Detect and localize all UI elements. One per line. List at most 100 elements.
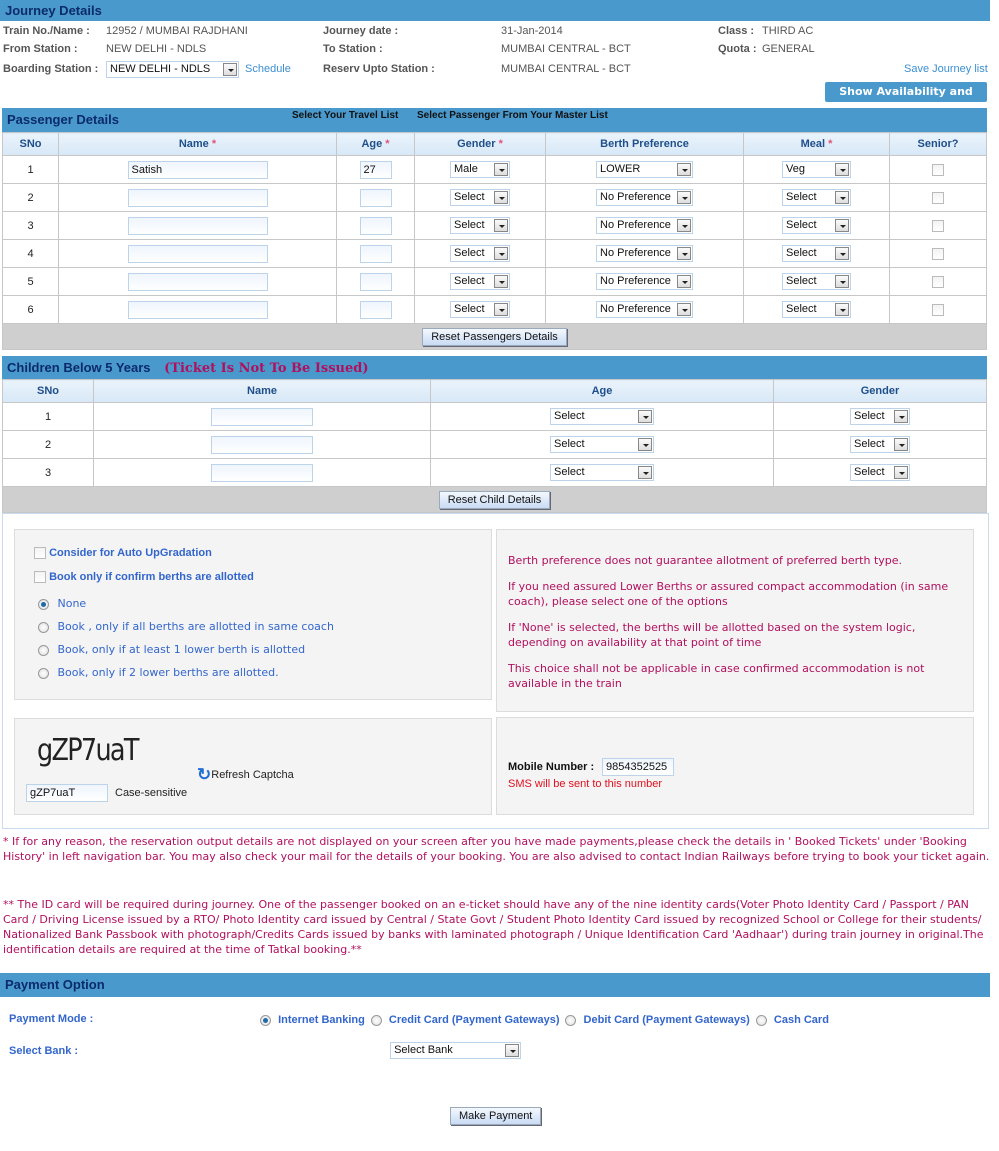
passenger-name-input[interactable]	[127, 188, 268, 207]
select-travel-list-link[interactable]: Select Your Travel List	[292, 104, 398, 128]
passenger-age-input[interactable]	[359, 244, 392, 263]
confirm-only-option[interactable]: Book only if confirm berths are allotted	[34, 571, 254, 584]
radio-button[interactable]	[38, 667, 49, 679]
child-gender-select[interactable]: Select	[850, 464, 910, 481]
senior-checkbox[interactable]	[932, 275, 944, 288]
child-age-cell: Select	[430, 402, 774, 431]
confirm-only-checkbox[interactable]	[34, 571, 46, 584]
passenger-berth-select[interactable]: No Preference	[596, 189, 693, 206]
child-gender-value: Select	[854, 438, 885, 450]
senior-checkbox[interactable]	[932, 303, 944, 316]
passenger-gender-select[interactable]: Select	[450, 245, 510, 262]
child-age-select[interactable]: Select	[550, 436, 654, 453]
passenger-gender-select[interactable]: Select	[450, 301, 510, 318]
radio-button[interactable]	[260, 1014, 271, 1026]
chevron-down-icon	[505, 1044, 520, 1057]
senior-checkbox[interactable]	[932, 219, 944, 232]
required-mark: *	[828, 138, 833, 150]
berth-option-radio-item[interactable]: Book, only if at least 1 lower berth is …	[38, 643, 334, 666]
passenger-row: 1 Satish 27 Male LOWER Veg	[2, 155, 987, 184]
passenger-gender-select[interactable]: Select	[450, 189, 510, 206]
child-gender-select[interactable]: Select	[850, 408, 910, 425]
passenger-meal-select[interactable]: Select	[782, 301, 851, 318]
passenger-meal-select[interactable]: Select	[782, 189, 851, 206]
passenger-meal-select[interactable]: Select	[782, 273, 851, 290]
passenger-name-input[interactable]	[127, 272, 268, 291]
select-bank-value: Select Bank	[394, 1044, 453, 1056]
show-availability-button[interactable]: Show Availability and Fare	[825, 82, 987, 118]
passenger-age-cell	[336, 239, 415, 268]
required-mark: *	[498, 138, 503, 150]
meal-value: Select	[786, 303, 817, 315]
berth-option-radio-item[interactable]: Book, only if 2 lower berths are allotte…	[38, 666, 334, 689]
passenger-berth-select[interactable]: No Preference	[596, 245, 693, 262]
passenger-gender-select[interactable]: Male	[450, 161, 510, 178]
train-value: 12952 / MUMBAI RAJDHANI	[106, 25, 248, 37]
senior-checkbox[interactable]	[932, 191, 944, 204]
radio-button[interactable]	[565, 1014, 577, 1026]
passenger-gender-select[interactable]: Select	[450, 217, 510, 234]
reset-passengers-button[interactable]: Reset Passengers Details	[422, 328, 567, 346]
passenger-meal-cell: Select	[743, 267, 890, 296]
captcha-image: gZP7uaT	[37, 733, 139, 768]
passenger-age-input[interactable]	[359, 272, 392, 291]
passenger-meal-select[interactable]: Select	[782, 245, 851, 262]
passenger-name-input[interactable]: Satish	[127, 160, 268, 179]
senior-checkbox[interactable]	[932, 163, 944, 176]
berth-option-radio-item[interactable]: Book , only if all berths are allotted i…	[38, 620, 334, 643]
radio-button[interactable]	[755, 1014, 767, 1026]
children-table: SNo Name Age Gender 1 Select Select 2 Select…	[2, 379, 987, 487]
make-payment-button[interactable]: Make Payment	[450, 1107, 542, 1125]
boarding-station-select[interactable]: NEW DELHI - NDLS	[106, 61, 239, 78]
passenger-berth-select[interactable]: LOWER	[596, 161, 693, 178]
payment-mode-option[interactable]: Credit Card (Payment Gateways)	[370, 1014, 559, 1026]
auto-upgrade-option[interactable]: Consider for Auto UpGradation	[34, 547, 212, 560]
col-gender-label: Gender	[457, 138, 496, 150]
payment-mode-option[interactable]: Debit Card (Payment Gateways)	[565, 1014, 750, 1026]
passenger-meal-select[interactable]: Select	[782, 217, 851, 234]
passenger-age-input[interactable]: 27	[359, 160, 392, 179]
radio-button[interactable]	[38, 644, 49, 656]
passenger-name-input[interactable]	[127, 300, 268, 319]
child-sno: 3	[2, 458, 94, 487]
passenger-berth-select[interactable]: No Preference	[596, 217, 693, 234]
chevron-down-icon	[223, 63, 237, 76]
auto-upgrade-checkbox[interactable]	[34, 547, 46, 560]
child-age-select[interactable]: Select	[550, 464, 654, 481]
payment-mode-option[interactable]: Internet Banking	[260, 1014, 365, 1026]
child-name-input[interactable]	[211, 435, 313, 454]
child-age-select[interactable]: Select	[550, 408, 654, 425]
berth-option-radio-item[interactable]: None	[38, 597, 334, 620]
select-master-list-link[interactable]: Select Passenger From Your Master List	[417, 104, 608, 128]
passenger-gender-cell: Select	[414, 211, 546, 240]
passenger-age-cell	[336, 295, 415, 324]
train-label: Train No./Name :	[3, 25, 90, 37]
select-bank-dropdown[interactable]: Select Bank	[390, 1042, 522, 1059]
senior-checkbox[interactable]	[932, 247, 944, 260]
col-senior: Senior?	[889, 132, 987, 156]
refresh-captcha-link[interactable]: ↻Refresh Captcha	[197, 765, 294, 785]
payment-mode-option[interactable]: Cash Card	[755, 1014, 829, 1026]
mobile-input[interactable]: 9854352525	[602, 758, 674, 776]
passenger-name-input[interactable]	[127, 244, 268, 263]
passenger-name-input[interactable]	[127, 216, 268, 235]
child-gender-select[interactable]: Select	[850, 436, 910, 453]
child-age-value: Select	[554, 438, 585, 450]
radio-button[interactable]	[38, 621, 49, 633]
save-journey-list-link[interactable]: Save Journey list	[904, 63, 988, 75]
passenger-age-input[interactable]	[359, 188, 392, 207]
child-name-input[interactable]	[211, 407, 313, 426]
radio-button[interactable]	[38, 598, 49, 610]
child-row: 1 Select Select	[2, 402, 987, 431]
passenger-meal-select[interactable]: Veg	[782, 161, 851, 178]
captcha-input[interactable]: gZP7uaT	[26, 784, 108, 802]
passenger-age-input[interactable]	[359, 300, 392, 319]
passenger-gender-select[interactable]: Select	[450, 273, 510, 290]
schedule-link[interactable]: Schedule	[245, 63, 291, 75]
radio-button[interactable]	[370, 1014, 382, 1026]
child-name-input[interactable]	[211, 463, 313, 482]
passenger-berth-select[interactable]: No Preference	[596, 301, 693, 318]
reset-child-button[interactable]: Reset Child Details	[438, 491, 551, 509]
passenger-berth-select[interactable]: No Preference	[596, 273, 693, 290]
passenger-age-input[interactable]	[359, 216, 392, 235]
